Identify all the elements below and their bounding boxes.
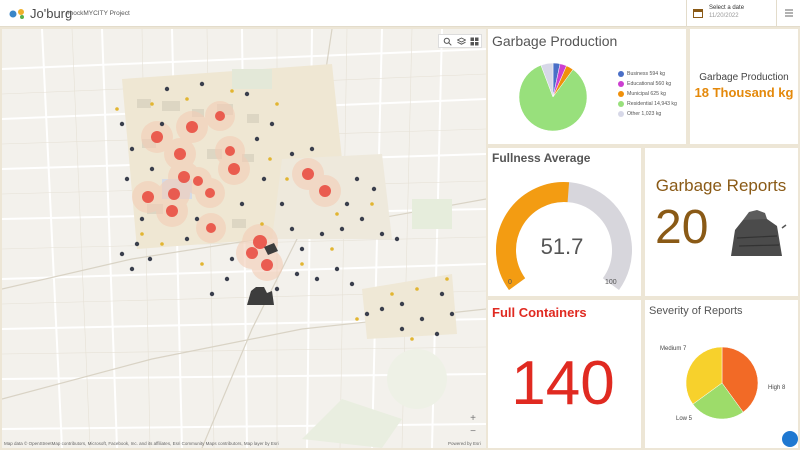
legend-label: Municipal 625 kg [627,91,666,97]
legend-swatch [618,71,624,77]
legend-swatch [618,111,624,117]
legend-label: Other 1,023 kg [627,111,662,117]
garbage-production-card: Garbage Production Business 594 kg Educa… [488,29,686,144]
basemap-icon[interactable] [470,37,479,46]
menu-icon [785,9,793,17]
map-attribution: Map data © OpenStreetMap contributors, M… [4,441,279,446]
basemap [2,29,486,448]
gauge-value: 51.7 [540,234,584,259]
date-selector[interactable]: Select a date 11/20/2022 [686,0,770,27]
logo-icon [9,9,24,19]
garbage-bag-icon [731,210,787,256]
legend-item: Business 594 kg [618,69,677,79]
powered-by[interactable]: Powered by Esri [448,441,481,446]
legend-label: Residential 14,943 kg [627,101,677,107]
calendar-icon [693,9,703,18]
zoom-out-button[interactable]: − [466,425,480,438]
severity-label-medium: Medium 7 [660,346,687,352]
full-containers-card: Full Containers 140 [488,300,641,448]
pie-legend: Business 594 kg Educational 560 kg Munic… [618,69,677,119]
garbage-total-value: 18 Thousand kg [694,85,794,100]
legend-item: Residential 14,943 kg [618,99,677,109]
zoom-controls: + − [466,412,480,438]
app-subtitle: #hockMYCITY Project [66,10,130,17]
gauge-max: 100 [605,279,617,286]
severity-label-high: High 8 [768,385,786,391]
layers-icon[interactable] [457,37,466,46]
zoom-in-button[interactable]: + [466,412,480,425]
garbage-total-label: Garbage Production [699,72,789,83]
legend-label: Educational 560 kg [627,81,672,87]
legend-item: Educational 560 kg [618,79,677,89]
reports-value: 20 [655,201,709,254]
legend-swatch [618,101,624,107]
menu-button[interactable] [776,0,800,27]
fullness-gauge [496,182,632,290]
search-icon[interactable] [443,37,452,46]
legend-swatch [618,81,624,87]
app-header: Jo'burg #hockMYCITY Project Select a dat… [0,0,800,27]
legend-swatch [618,91,624,97]
reports-title: Garbage Reports [655,176,787,195]
date-label: Select a date [709,5,745,11]
garbage-reports-card: Garbage Reports 20 [645,148,798,296]
fullness-card: Fullness Average 51.7 0 100 [488,148,641,296]
gauge-min: 0 [508,279,512,286]
help-button[interactable] [782,431,798,447]
severity-label-low: Low 5 [676,416,693,422]
map-toolbar [438,34,482,48]
map-view[interactable]: + − Map data © OpenStreetMap contributor… [2,29,486,448]
severity-card: Severity of Reports High 8 Low 5 Medium … [645,300,798,448]
legend-item: Other 1,023 kg [618,109,677,119]
legend-label: Business 594 kg [627,71,666,77]
legend-item: Municipal 625 kg [618,89,677,99]
garbage-total-card: Garbage Production 18 Thousand kg [690,29,798,144]
severity-pie-chart [685,346,759,420]
card-title: Full Containers [492,305,587,320]
full-containers-value: 140 [511,349,615,418]
date-value: 11/20/2022 [709,13,739,19]
